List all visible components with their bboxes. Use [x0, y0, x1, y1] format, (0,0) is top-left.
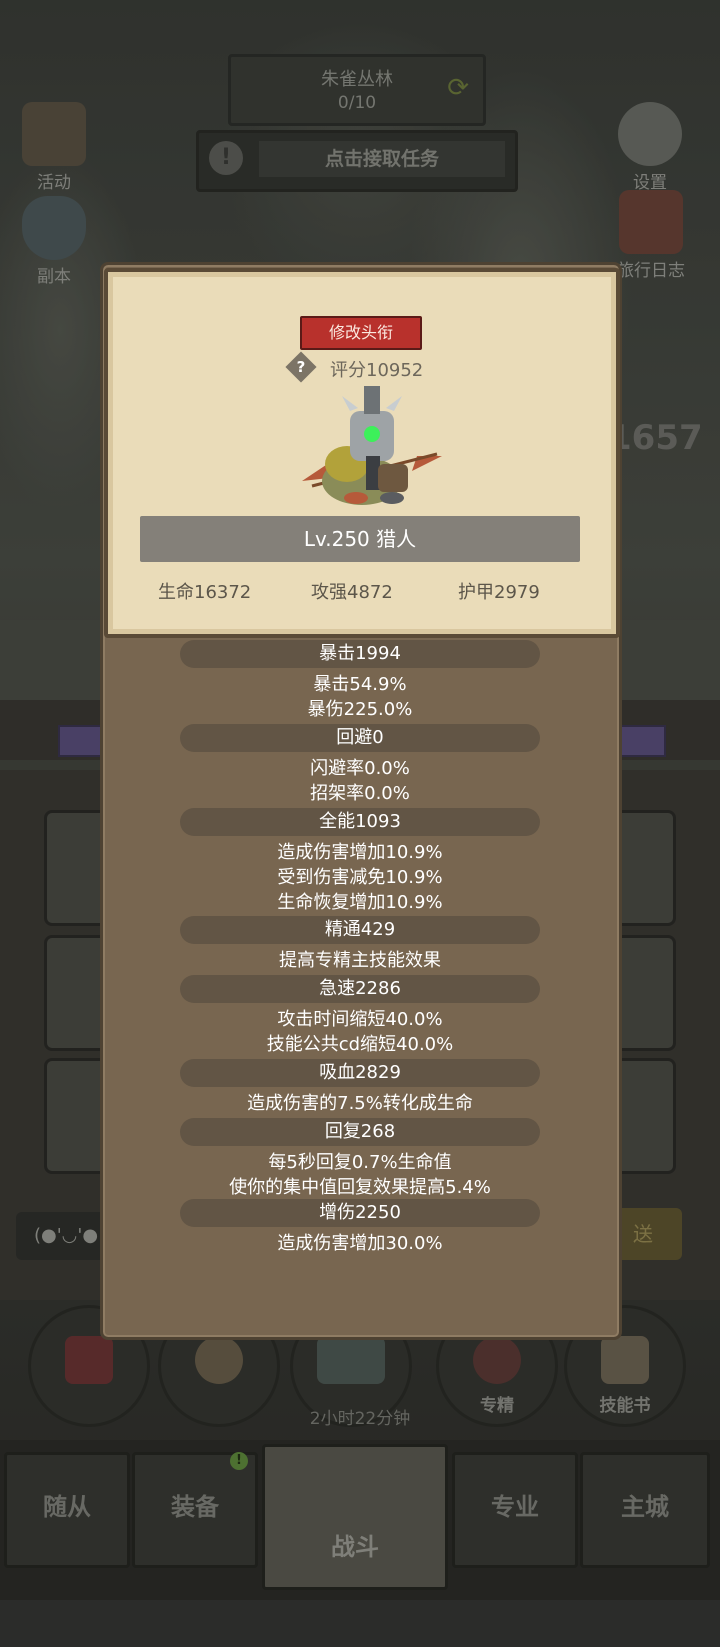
- armor-stat: 护甲2979: [458, 582, 540, 603]
- attr-crit-detail: 暴伤225.0%: [307, 699, 413, 720]
- attr-leech: 吸血2829: [180, 1059, 540, 1087]
- score-value: 评分10952: [330, 360, 424, 381]
- attr-avoidance-detail: 招架率0.0%: [310, 783, 410, 804]
- attr-avoidance-detail: 闪避率0.0%: [310, 758, 410, 779]
- attr-haste-detail: 攻击时间缩短40.0%: [277, 1009, 443, 1030]
- hp-stat: 生命16372: [158, 582, 252, 603]
- attr-crit: 暴击1994: [180, 640, 540, 668]
- edit-title-button[interactable]: 修改头衔: [300, 316, 422, 350]
- attr-haste-detail: 技能公共cd缩短40.0%: [266, 1034, 454, 1055]
- attr-regen-detail: 每5秒回复0.7%生命值: [268, 1152, 452, 1173]
- attr-damage-increase-detail: 造成伤害增加30.0%: [277, 1233, 443, 1254]
- attr-versatility: 全能1093: [180, 808, 540, 836]
- attr-crit-detail: 暴击54.9%: [313, 674, 407, 695]
- level-class-banner: Lv.250 猎人: [140, 516, 580, 562]
- help-icon[interactable]: ?: [285, 351, 317, 383]
- attr-regen-detail: 使你的集中值回复效果提高5.4%: [229, 1177, 491, 1198]
- attr-mastery: 精通429: [180, 916, 540, 944]
- attr-leech-detail: 造成伤害的7.5%转化成生命: [247, 1093, 473, 1114]
- attr-versatility-detail: 生命恢复增加10.9%: [277, 892, 443, 913]
- score-row: ? 评分10952: [285, 351, 450, 384]
- attack-stat: 攻强4872: [311, 582, 393, 603]
- attr-regen: 回复268: [180, 1118, 540, 1146]
- attr-damage-increase: 增伤2250: [180, 1199, 540, 1227]
- hunter-character-portrait: [302, 386, 442, 505]
- attr-versatility-detail: 造成伤害增加10.9%: [277, 842, 443, 863]
- attr-avoidance: 回避0: [180, 724, 540, 752]
- attr-mastery-detail: 提高专精主技能效果: [279, 950, 441, 971]
- attr-haste: 急速2286: [180, 975, 540, 1003]
- attr-versatility-detail: 受到伤害减免10.9%: [277, 867, 443, 888]
